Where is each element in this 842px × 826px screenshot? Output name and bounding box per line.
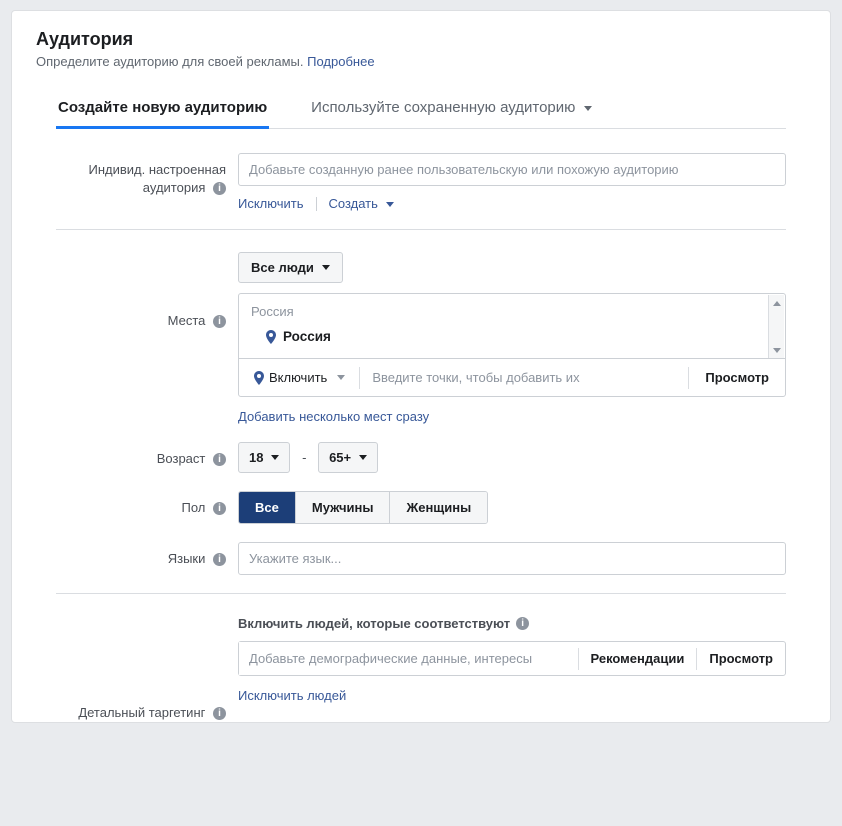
info-icon[interactable]: i (213, 707, 226, 720)
form-area: Создайте новую аудиторию Используйте сох… (36, 91, 806, 722)
row-custom-audience: Индивид. настроенная аудитория i Исключи… (56, 153, 786, 211)
location-search-input[interactable] (368, 364, 680, 391)
pin-icon (265, 330, 275, 344)
row-gender: Пол i Все Мужчины Женщины (56, 491, 786, 524)
gender-segmented: Все Мужчины Женщины (238, 491, 488, 524)
subtitle-text: Определите аудиторию для своей рекламы. (36, 54, 307, 69)
scrollbar[interactable] (768, 295, 784, 358)
chevron-down-icon (271, 455, 279, 460)
location-mode-label: Все люди (251, 260, 314, 275)
section-divider (56, 229, 786, 230)
age-min-dropdown[interactable]: 18 (238, 442, 290, 473)
create-audience-link-text: Создать (329, 196, 378, 211)
exclude-audience-link[interactable]: Исключить (238, 196, 304, 211)
info-icon[interactable]: i (213, 182, 226, 195)
location-box: Россия Россия Вкл (238, 293, 786, 397)
section-divider (56, 593, 786, 594)
scroll-down-icon[interactable] (769, 342, 784, 358)
divider (316, 197, 317, 211)
label-age: Возраст i (56, 442, 238, 468)
bulk-add-locations-link[interactable]: Добавить несколько мест сразу (238, 409, 429, 424)
location-footer: Включить Просмотр (239, 358, 785, 396)
row-detailed-targeting: Детальный таргетинг i Включить людей, ко… (56, 616, 786, 722)
label-custom-audience-text: Индивид. настроенная аудитория (88, 162, 226, 195)
label-languages-text: Языки (168, 551, 206, 566)
custom-audience-actions: Исключить Создать (238, 196, 786, 211)
age-max-dropdown[interactable]: 65+ (318, 442, 378, 473)
tab-use-saved-label: Используйте сохраненную аудиторию (311, 99, 575, 116)
info-icon[interactable]: i (213, 553, 226, 566)
info-icon[interactable]: i (213, 453, 226, 466)
pin-icon (253, 371, 263, 385)
scroll-up-icon[interactable] (769, 295, 784, 311)
detailed-targeting-input[interactable] (239, 642, 578, 675)
info-icon[interactable]: i (213, 315, 226, 328)
label-age-text: Возраст (157, 451, 206, 466)
panel-subtitle: Определите аудиторию для своей рекламы. … (36, 54, 806, 69)
info-icon[interactable]: i (516, 617, 529, 630)
create-audience-link[interactable]: Создать (329, 196, 394, 211)
include-mode-dropdown[interactable]: Включить (247, 366, 351, 389)
row-age: Возраст i 18 - 65+ (56, 442, 786, 473)
age-separator: - (302, 450, 306, 465)
suggestions-button[interactable]: Рекомендации (579, 642, 697, 675)
tab-create-audience[interactable]: Создайте новую аудиторию (56, 91, 269, 128)
label-detailed-targeting-text: Детальный таргетинг (78, 705, 205, 720)
location-list: Россия Россия (239, 294, 785, 358)
tab-use-saved-audience[interactable]: Используйте сохраненную аудиторию (309, 91, 593, 128)
label-gender: Пол i (56, 491, 238, 517)
label-gender-text: Пол (182, 500, 206, 515)
location-item[interactable]: Россия (251, 329, 773, 344)
include-mode-label: Включить (269, 370, 327, 385)
chevron-down-icon (584, 106, 592, 111)
chevron-down-icon (337, 375, 345, 380)
row-languages: Языки i (56, 542, 786, 575)
languages-input[interactable] (238, 542, 786, 575)
divider (688, 367, 689, 389)
detailed-targeting-combo: Рекомендации Просмотр (238, 641, 786, 676)
chevron-down-icon (322, 265, 330, 270)
age-max-value: 65+ (329, 450, 351, 465)
learn-more-link[interactable]: Подробнее (307, 54, 374, 69)
gender-women-button[interactable]: Женщины (389, 492, 487, 523)
include-people-heading: Включить людей, которые соответствуют i (238, 616, 786, 631)
chevron-down-icon (386, 202, 394, 207)
gender-men-button[interactable]: Мужчины (295, 492, 390, 523)
custom-audience-input[interactable] (238, 153, 786, 186)
location-item-label: Россия (283, 329, 331, 344)
chevron-down-icon (359, 455, 367, 460)
include-people-heading-text: Включить людей, которые соответствуют (238, 616, 510, 631)
info-icon[interactable]: i (213, 502, 226, 515)
browse-targeting-button[interactable]: Просмотр (697, 642, 785, 675)
label-custom-audience: Индивид. настроенная аудитория i (56, 153, 238, 197)
location-group-label: Россия (251, 304, 773, 319)
audience-tabs: Создайте новую аудиторию Используйте сох… (56, 91, 786, 129)
divider (359, 367, 360, 389)
gender-all-button[interactable]: Все (239, 492, 295, 523)
label-languages: Языки i (56, 542, 238, 568)
row-locations: Места i Все люди Россия (56, 252, 786, 424)
label-detailed-targeting: Детальный таргетинг i (56, 616, 238, 722)
audience-panel: Аудитория Определите аудиторию для своей… (11, 10, 831, 723)
age-min-value: 18 (249, 450, 263, 465)
exclude-people-link[interactable]: Исключить людей (238, 688, 346, 703)
browse-locations-button[interactable]: Просмотр (697, 366, 777, 389)
label-locations: Места i (56, 252, 238, 330)
location-mode-dropdown[interactable]: Все люди (238, 252, 343, 283)
label-locations-text: Места (168, 313, 206, 328)
panel-title: Аудитория (36, 29, 806, 50)
